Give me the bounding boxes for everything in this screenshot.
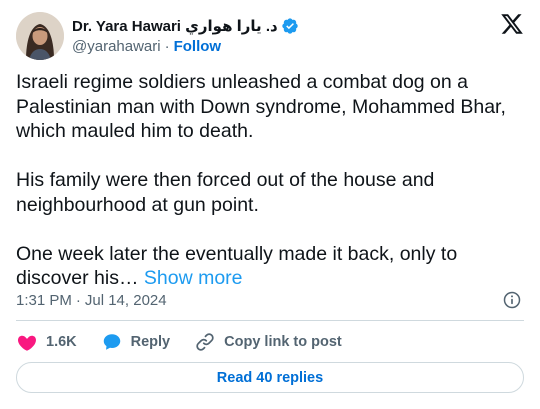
action-bar: 1.6K Reply Copy link to post	[16, 330, 524, 354]
handle-row: @yarahawari · Follow	[72, 37, 299, 57]
author-display-name[interactable]: Dr. Yara Hawari د. يارا هواري	[72, 17, 278, 35]
post-time[interactable]: 1:31 PM	[16, 292, 72, 309]
link-icon	[196, 333, 214, 351]
verified-badge-icon	[281, 17, 299, 35]
timestamp-separator: ·	[75, 291, 81, 309]
copy-link-label: Copy link to post	[224, 334, 342, 350]
copy-link-button[interactable]: Copy link to post	[194, 331, 342, 353]
avatar[interactable]	[16, 12, 64, 60]
handle-separator: ·	[164, 38, 170, 55]
post-date[interactable]: Jul 14, 2024	[85, 292, 167, 309]
divider	[16, 320, 524, 321]
read-replies-label: Read 40 replies	[216, 369, 324, 386]
post-header: Dr. Yara Hawari د. يارا هواري @yarahawar…	[16, 12, 524, 60]
like-count: 1.6K	[46, 334, 77, 350]
heart-icon	[18, 335, 36, 351]
read-replies-button[interactable]: Read 40 replies	[16, 362, 524, 393]
embedded-post-card: Dr. Yara Hawari د. يارا هواري @yarahawar…	[0, 0, 540, 409]
post-timestamp: 1:31 PM · Jul 14, 2024	[16, 290, 524, 310]
author-identity: Dr. Yara Hawari د. يارا هواري @yarahawar…	[72, 16, 299, 57]
info-icon[interactable]	[502, 290, 522, 310]
x-logo-icon[interactable]	[500, 12, 524, 36]
author-handle[interactable]: @yarahawari	[72, 38, 161, 55]
like-button[interactable]: 1.6K	[16, 331, 77, 353]
name-row: Dr. Yara Hawari د. يارا هواري	[72, 16, 299, 36]
reply-button[interactable]: Reply	[101, 331, 171, 353]
speech-bubble-icon	[103, 334, 120, 350]
post-body: Israeli regime soldiers unleashed a comb…	[16, 71, 506, 289]
reply-label: Reply	[130, 334, 171, 350]
follow-link[interactable]: Follow	[174, 38, 222, 55]
post-text: Israeli regime soldiers unleashed a comb…	[16, 70, 526, 291]
show-more-link[interactable]: Show more	[144, 267, 243, 289]
